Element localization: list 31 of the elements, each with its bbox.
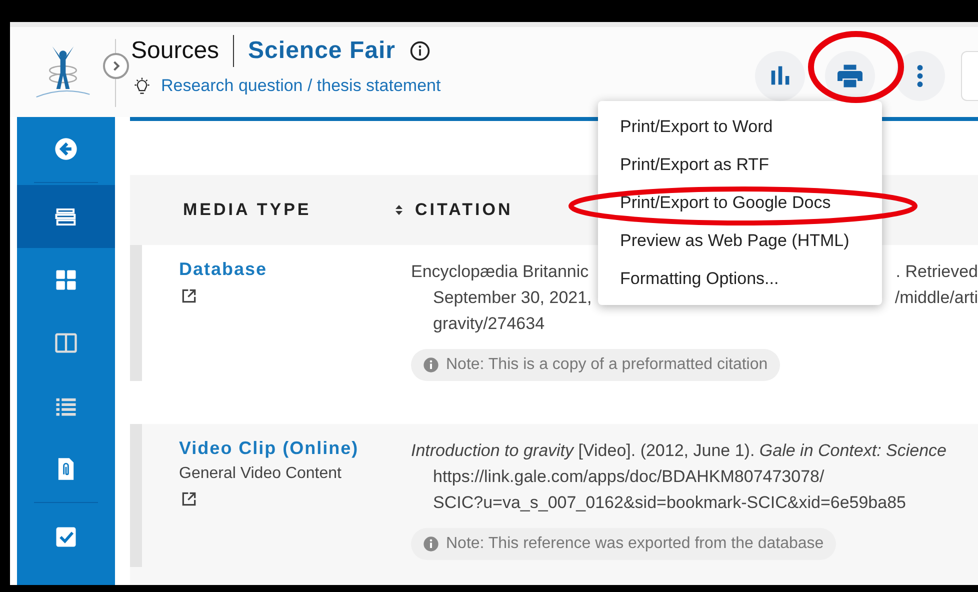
- menu-item[interactable]: Formatting Options...: [598, 260, 882, 298]
- menu-item[interactable]: Print/Export as RTF: [598, 146, 882, 184]
- note-text: Note: This is a copy of a preformatted citation: [446, 355, 768, 375]
- citation-text: SCIC?u=va_s_007_0162&sid=bookmark-SCIC&xid=6e59ba85: [433, 492, 906, 514]
- citation-text: gravity/274634: [433, 313, 545, 335]
- section-title: Sources: [131, 37, 220, 65]
- citation-text: /middle/arti: [894, 287, 978, 309]
- info-icon[interactable]: [409, 40, 432, 62]
- menu-item[interactable]: Print/Export to Word: [598, 108, 882, 146]
- citation-text: Introduction to gravity [Video]. (2012, June 1). Gale in Context: Science: [411, 440, 947, 462]
- more-vertical-icon: [917, 65, 923, 87]
- citation-text: https://link.gale.com/apps/doc/BDAHKM807473078/: [433, 466, 824, 488]
- menu-item[interactable]: Print/Export to Google Docs: [598, 184, 882, 222]
- note-text: Note: This reference was exported from the database: [446, 534, 824, 554]
- media-type-link[interactable]: Database: [179, 259, 268, 280]
- citation-text: . Retrieved: [896, 261, 978, 283]
- expand-button[interactable]: [103, 53, 129, 79]
- media-type-link[interactable]: Video Clip (Online): [179, 438, 359, 459]
- project-title: Science Fair: [248, 37, 396, 65]
- citation-text: September 30, 2021,: [433, 287, 592, 309]
- research-question-link[interactable]: Research question / thesis statement: [161, 76, 441, 96]
- citation-text: Encyclopædia Britannic: [411, 261, 589, 283]
- column-header[interactable]: CITATION: [415, 200, 513, 220]
- more-options-button[interactable]: [895, 51, 945, 101]
- info-icon: [423, 357, 439, 373]
- media-subtype: General Video Content: [179, 465, 342, 483]
- statistics-button[interactable]: [755, 51, 805, 101]
- sidebar-item[interactable]: [17, 185, 115, 248]
- menu-item[interactable]: Preview as Web Page (HTML): [598, 222, 882, 260]
- info-icon: [423, 536, 439, 552]
- column-header: MEDIA TYPE: [182, 200, 312, 220]
